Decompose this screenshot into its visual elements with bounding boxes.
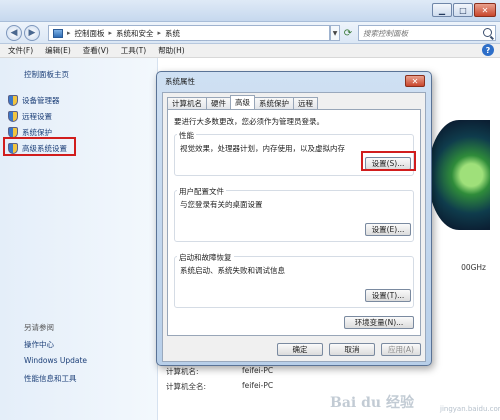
forward-button[interactable]: ▶	[24, 25, 40, 41]
chevron-right-icon: ▸	[108, 29, 113, 37]
see-also-link-action-center[interactable]: 操作中心	[24, 339, 54, 350]
address-bar: ◀ ▶ ▸ 控制面板 ▸ 系统和安全 ▸ 系统 ▼ ⟳	[0, 22, 500, 44]
refresh-icon[interactable]: ⟳	[341, 25, 355, 41]
info-label: 计算机名:	[166, 367, 199, 376]
menu-view[interactable]: 查看(V)	[83, 45, 109, 56]
dialog-close-button[interactable]: ✕	[405, 75, 425, 87]
group-description: 系统启动、系统失败和调试信息	[180, 266, 285, 275]
minimize-button[interactable]: ▁	[432, 3, 452, 17]
back-button[interactable]: ◀	[6, 25, 22, 41]
windows-logo	[428, 120, 490, 230]
menu-edit[interactable]: 编辑(E)	[45, 45, 71, 56]
control-panel-icon	[53, 28, 63, 38]
info-label: 计算机全名:	[166, 382, 207, 391]
menu-file[interactable]: 文件(F)	[8, 45, 33, 56]
left-nav-pane: 控制面板主页 设备管理器 远程设置 系统保护 高级系统设置 另请参阅 操作中心 …	[0, 58, 158, 420]
see-also-link-performance[interactable]: 性能信息和工具	[24, 373, 77, 384]
dialog-title: 系统属性	[165, 77, 195, 86]
highlight-box	[3, 137, 76, 156]
nav-link-label: 设备管理器	[22, 96, 60, 105]
ok-button[interactable]: 确定	[277, 343, 323, 356]
info-value: feifei-PC	[242, 381, 274, 390]
info-value: feifei-PC	[242, 366, 274, 375]
environment-variables-button[interactable]: 环境变量(N)...	[344, 316, 414, 329]
system-properties-dialog: 系统属性 ✕ 计算机名 硬件 高级 系统保护 远程 要进行大多数更改，您必须作为…	[156, 71, 432, 366]
shield-icon	[8, 95, 18, 106]
search-icon[interactable]	[483, 28, 492, 37]
shield-icon	[8, 111, 18, 122]
startup-recovery-group: 启动和故障恢复 系统启动、系统失败和调试信息 设置(T)...	[174, 252, 414, 308]
breadcrumb-item[interactable]: 系统和安全	[116, 28, 154, 39]
tab-strip: 计算机名 硬件 高级 系统保护 远程	[167, 95, 318, 109]
group-title: 用户配置文件	[177, 186, 226, 197]
tab-advanced[interactable]: 高级	[230, 95, 255, 109]
user-profiles-group: 用户配置文件 与您登录有关的桌面设置 设置(E)...	[174, 186, 414, 242]
tab-remote[interactable]: 远程	[293, 97, 318, 109]
search-box[interactable]	[358, 25, 496, 41]
admin-note: 要进行大多数更改，您必须作为管理员登录。	[174, 117, 324, 126]
title-bar: ▁ □ ✕	[0, 0, 500, 22]
maximize-button[interactable]: □	[453, 3, 473, 17]
group-description: 与您登录有关的桌面设置	[180, 200, 263, 209]
menu-bar: 文件(F) 编辑(E) 查看(V) 工具(T) 帮助(H) ?	[0, 44, 500, 58]
breadcrumb-item[interactable]: 控制面板	[75, 28, 105, 39]
chevron-right-icon: ▸	[67, 29, 71, 37]
tab-system-protection[interactable]: 系统保护	[254, 97, 294, 109]
tab-hardware[interactable]: 硬件	[206, 97, 231, 109]
breadcrumb-item[interactable]: 系统	[165, 28, 180, 39]
dialog-footer: 确定 取消 应用(A)	[163, 339, 425, 361]
menu-tools[interactable]: 工具(T)	[121, 45, 146, 56]
dialog-body: 计算机名 硬件 高级 系统保护 远程 要进行大多数更改，您必须作为管理员登录。 …	[162, 92, 426, 362]
group-title: 性能	[177, 130, 196, 141]
group-title: 启动和故障恢复	[177, 252, 234, 263]
startup-recovery-settings-button[interactable]: 设置(T)...	[365, 289, 411, 302]
nav-link-label: 远程设置	[22, 112, 52, 121]
search-input[interactable]	[359, 26, 477, 40]
control-panel-home-link[interactable]: 控制面板主页	[24, 69, 69, 80]
help-icon[interactable]: ?	[482, 44, 494, 56]
menu-help[interactable]: 帮助(H)	[158, 45, 185, 56]
highlight-box	[361, 151, 416, 171]
apply-button[interactable]: 应用(A)	[381, 343, 421, 356]
nav-link-remote-settings[interactable]: 远程设置	[8, 111, 52, 122]
processor-speed-text: 00GHz	[461, 263, 486, 272]
user-profiles-settings-button[interactable]: 设置(E)...	[365, 223, 411, 236]
group-description: 视觉效果，处理器计划，内存使用，以及虚拟内存	[180, 144, 345, 153]
see-also-heading: 另请参阅	[24, 323, 54, 332]
close-button[interactable]: ✕	[474, 3, 496, 17]
advanced-tab-panel: 要进行大多数更改，您必须作为管理员登录。 性能 视觉效果，处理器计划，内存使用，…	[167, 109, 421, 336]
chevron-right-icon: ▸	[157, 29, 162, 37]
see-also-link-windows-update[interactable]: Windows Update	[24, 356, 87, 365]
watermark: Bai du 经验	[330, 395, 414, 411]
address-dropdown-button[interactable]: ▼	[330, 25, 340, 41]
nav-link-device-manager[interactable]: 设备管理器	[8, 95, 60, 106]
cancel-button[interactable]: 取消	[329, 343, 375, 356]
tab-computer-name[interactable]: 计算机名	[167, 97, 207, 109]
watermark-url: jingyan.baidu.com	[440, 405, 500, 413]
breadcrumb[interactable]: ▸ 控制面板 ▸ 系统和安全 ▸ 系统	[48, 25, 330, 41]
